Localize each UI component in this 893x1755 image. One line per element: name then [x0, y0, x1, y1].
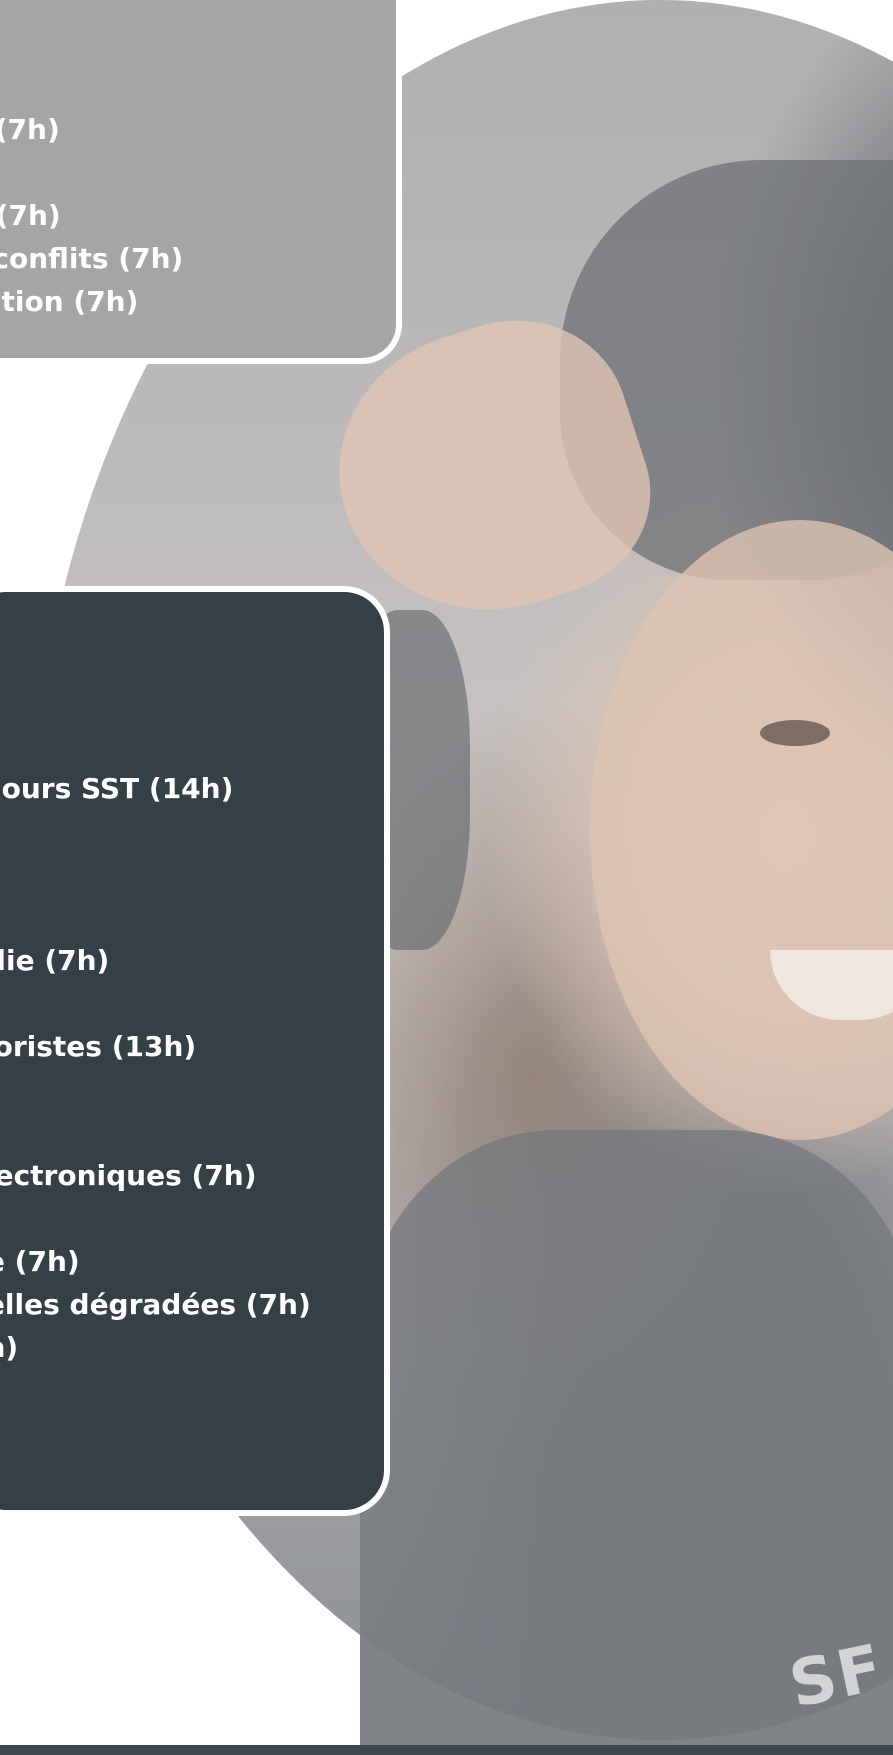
training-item: n (7h): [0, 199, 61, 232]
training-card-dark: ecours SST (14h) ) ndie (7h) ) rroristes…: [0, 586, 390, 1516]
training-item: 7h): [0, 1331, 19, 1364]
training-item: ue (7h): [0, 1245, 80, 1278]
training-item: ndie (7h): [0, 944, 110, 977]
footer-bar: [0, 1745, 893, 1755]
training-item: s conflits (7h): [0, 242, 184, 275]
training-item: uelles dégradées (7h): [0, 1288, 311, 1321]
training-item: ecours SST (14h): [0, 772, 234, 805]
training-item: électroniques (7h): [0, 1159, 257, 1192]
training-item: rroristes (13h): [0, 1030, 197, 1063]
training-item: cation (7h): [0, 285, 139, 318]
training-card-top: e (7h) ) n (7h) s conflits (7h) cation (…: [0, 0, 402, 364]
page: SF e (7h) ) n (7h) s conflits (7h) catio…: [0, 0, 893, 1755]
training-item: e (7h): [0, 113, 60, 146]
